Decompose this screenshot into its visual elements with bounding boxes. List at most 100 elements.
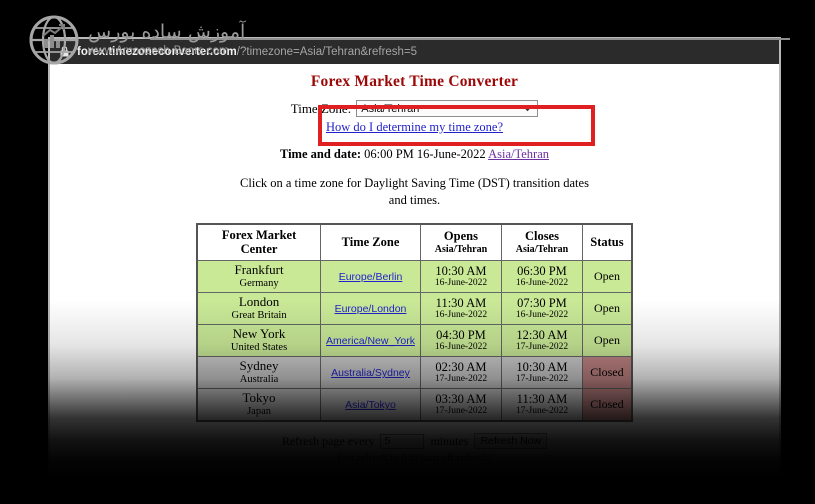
refresh-controls: Refresh page every 5 minutes Refresh Now [50, 433, 779, 449]
watermark-logo: آموزش ساده بورس www.Amoozesh-Boors.com [28, 14, 245, 66]
timezone-select-value: Asia/Tehran [361, 103, 419, 115]
header-opens: Opens Asia/Tehran [420, 224, 501, 261]
header-closes-label: Closes [525, 229, 559, 243]
cell-closes: 07:30 PM16-June-2022 [501, 293, 582, 325]
time-zone-link[interactable]: Australia/Sydney [331, 367, 410, 379]
cell-market-center: New YorkUnited States [197, 325, 321, 357]
market-country: Great Britain [203, 310, 315, 322]
forex-market-table: Forex Market Center Time Zone Opens Asia… [196, 223, 633, 423]
cell-market-center: SydneyAustralia [197, 357, 321, 389]
open-date: 16-June-2022 [426, 342, 496, 352]
timezone-row: Time Zone: Asia/Tehran [50, 100, 779, 117]
status-badge: Closed [582, 357, 632, 389]
dst-instruction: Click on a time zone for Daylight Saving… [240, 175, 590, 209]
refresh-interval-value: 5 [384, 435, 390, 447]
cell-opens: 02:30 AM17-June-2022 [420, 357, 501, 389]
status-badge: Open [582, 325, 632, 357]
close-time: 12:30 AM [516, 328, 567, 342]
open-date: 16-June-2022 [426, 278, 496, 288]
globe-chart-icon [28, 14, 80, 66]
time-zone-link[interactable]: Europe/London [335, 303, 407, 315]
page-content: Forex Market Time Converter Time Zone: A… [50, 64, 779, 476]
status-badge: Open [582, 261, 632, 293]
cell-closes: 10:30 AM17-June-2022 [501, 357, 582, 389]
url-path: /?timezone=Asia/Tehran&refresh=5 [237, 46, 417, 58]
open-time: 11:30 AM [436, 296, 487, 310]
cell-market-center: LondonGreat Britain [197, 293, 321, 325]
cell-time-zone: America/New_York [321, 325, 421, 357]
page-title: Forex Market Time Converter [50, 73, 779, 91]
close-time: 11:30 AM [517, 392, 568, 406]
cell-market-center: FrankfurtGermany [197, 261, 321, 293]
table-row: LondonGreat Britain Europe/London 11:30 AM… [197, 293, 632, 325]
cell-closes: 11:30 AM17-June-2022 [501, 389, 582, 422]
status-badge: Open [582, 293, 632, 325]
header-closes: Closes Asia/Tehran [501, 224, 582, 261]
close-date: 16-June-2022 [507, 278, 577, 288]
market-country: Australia [203, 374, 315, 386]
market-country: United States [203, 342, 315, 354]
cell-opens: 03:30 AM17-June-2022 [420, 389, 501, 422]
cell-opens: 10:30 AM16-June-2022 [420, 261, 501, 293]
open-time: 02:30 AM [435, 360, 486, 374]
cell-closes: 12:30 AM17-June-2022 [501, 325, 582, 357]
table-row: FrankfurtGermanyEurope/Berlin10:30 AM16-… [197, 261, 632, 293]
market-country: Germany [203, 278, 315, 290]
cell-time-zone: Europe/Berlin [321, 261, 421, 293]
refresh-suffix-label: minutes [430, 434, 468, 449]
market-city: Sydney [240, 358, 279, 373]
cell-time-zone: Australia/Sydney [321, 357, 421, 389]
header-closes-sub: Asia/Tehran [509, 244, 575, 255]
open-time: 10:30 AM [435, 264, 486, 278]
market-table-wrapper: Forex Market Center Time Zone Opens Asia… [50, 223, 779, 423]
refresh-note: (set refresh to 0 to turn off refresh) [50, 452, 779, 464]
open-date: 17-June-2022 [426, 406, 496, 416]
chevron-down-icon [523, 105, 532, 112]
cell-opens: 04:30 PM16-June-2022 [420, 325, 501, 357]
table-row: TokyoJapan Asia/Tokyo 03:30 AM17-June-2022… [197, 389, 632, 422]
browser-frame: forex.timezoneconverter.com/?timezone=As… [48, 37, 781, 478]
watermark-rule [150, 38, 790, 40]
market-city: Tokyo [243, 390, 276, 405]
cell-closes: 06:30 PM16-June-2022 [501, 261, 582, 293]
header-opens-label: Opens [444, 229, 478, 243]
market-city: Frankfurt [234, 262, 283, 277]
header-opens-sub: Asia/Tehran [428, 244, 494, 255]
refresh-prefix-label: Refresh page every [282, 434, 375, 449]
close-date: 16-June-2022 [507, 310, 577, 320]
time-zone-link[interactable]: Europe/Berlin [339, 271, 403, 283]
timezone-label: Time Zone: [291, 101, 352, 117]
open-date: 16-June-2022 [426, 310, 496, 320]
refresh-interval-input[interactable]: 5 [380, 434, 424, 449]
footer-blurb: The Forex Market Hours Converter assumes… [50, 477, 779, 478]
timezone-selector-block: Time Zone: Asia/Tehran How do I determin… [50, 100, 779, 135]
table-header-row: Forex Market Center Time Zone Opens Asia… [197, 224, 632, 261]
cell-market-center: TokyoJapan [197, 389, 321, 422]
timezone-select[interactable]: Asia/Tehran [356, 100, 538, 117]
time-and-date: Time and date: 06:00 PM 16-June-2022 Asi… [50, 147, 779, 162]
watermark-persian-text: آموزش ساده بورس [88, 23, 245, 42]
market-city: London [239, 294, 279, 309]
watermark-site-url: www.Amoozesh-Boors.com [88, 46, 245, 58]
close-time: 10:30 AM [516, 360, 567, 374]
market-city: New York [233, 326, 286, 341]
market-country: Japan [203, 406, 315, 418]
timezone-help-link[interactable]: How do I determine my time zone? [326, 120, 503, 135]
time-zone-link[interactable]: Asia/Tokyo [345, 399, 396, 411]
cell-time-zone: Asia/Tokyo [321, 389, 421, 422]
status-badge: Closed [582, 389, 632, 422]
table-row: New YorkUnited States America/New_York 04:… [197, 325, 632, 357]
refresh-now-button[interactable]: Refresh Now [474, 433, 547, 449]
cell-time-zone: Europe/London [321, 293, 421, 325]
header-status: Status [582, 224, 632, 261]
cell-opens: 11:30 AM16-June-2022 [420, 293, 501, 325]
header-center: Forex Market Center [197, 224, 321, 261]
close-date: 17-June-2022 [507, 342, 577, 352]
open-date: 17-June-2022 [426, 374, 496, 384]
close-time: 06:30 PM [517, 264, 567, 278]
close-time: 07:30 PM [517, 296, 567, 310]
time-zone-link[interactable]: America/New_York [326, 335, 415, 347]
time-and-date-zone-link[interactable]: Asia/Tehran [488, 147, 549, 161]
close-date: 17-June-2022 [507, 374, 577, 384]
table-row: SydneyAustraliaAustralia/Sydney02:30 AM1… [197, 357, 632, 389]
